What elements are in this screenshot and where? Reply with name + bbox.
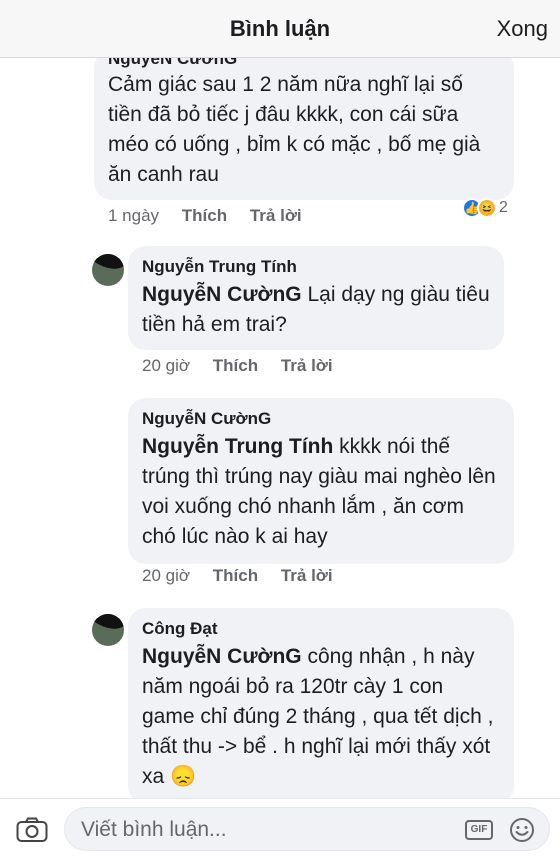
comment-bubble: NguyễN CườnG Cảm giác sau 1 2 năm nữa ng… [94,58,514,200]
comment-list[interactable]: NguyễN CườnG Cảm giác sau 1 2 năm nữa ng… [0,58,560,798]
comment-bubble: Nguyễn Trung Tính NguyễN CườnG Lại dạy n… [128,246,504,350]
reply-button[interactable]: Trả lời [281,566,333,585]
reply-button[interactable]: Trả lời [281,356,333,375]
comment-actions: 20 giờ Thích Trả lời [142,566,351,586]
reaction-summary[interactable]: 👍 😆 2 [462,198,508,218]
comment-author[interactable]: NguyễN CườnG [108,58,500,68]
comment-time: 20 giờ [142,566,191,585]
mention-link[interactable]: Nguyễn Trung Tính [142,435,333,458]
mention-link[interactable]: NguyễN CườnG [142,283,302,306]
comment-composer: Viết bình luận... GIF [0,798,560,858]
comment-author[interactable]: NguyễN CườnG [142,408,500,430]
like-button[interactable]: Thích [182,206,227,225]
comment-bubble: NguyễN CườnG Nguyễn Trung Tính kkkk nói … [128,398,514,564]
camera-icon[interactable] [16,817,48,843]
reaction-count: 2 [499,199,508,216]
done-button[interactable]: Xong [497,16,548,42]
page-title: Bình luận [229,16,331,41]
comment-actions: 20 giờ Thích Trả lời [142,356,351,376]
comment-input-placeholder: Viết bình luận... [81,818,227,841]
comment-author[interactable]: Nguyễn Trung Tính [142,256,490,278]
emoji-icon[interactable] [509,817,535,843]
haha-reaction-icon: 😆 [477,198,497,218]
comment-input[interactable]: Viết bình luận... GIF [64,807,550,851]
comment-text: NguyễN CườnG công nhận , h này năm ngoái… [142,642,500,792]
header: Bình luận Xong [0,0,560,58]
comment-bubble: Công Đạt NguyễN CườnG công nhận , h này … [128,608,514,798]
gif-icon[interactable]: GIF [465,820,493,840]
like-button[interactable]: Thích [213,356,258,375]
avatar[interactable] [92,614,124,646]
comment-text: Cảm giác sau 1 2 năm nữa nghĩ lại số tiề… [108,73,481,186]
reply-button[interactable]: Trả lời [250,206,302,225]
like-button[interactable]: Thích [213,566,258,585]
comment-text: Nguyễn Trung Tính kkkk nói thế trúng thì… [142,432,500,552]
redaction-scribble [92,614,124,636]
avatar[interactable] [92,254,124,286]
comment-text: NguyễN CườnG Lại dạy ng giàu tiêu tiền h… [142,280,490,340]
comment-time: 1 ngày [108,206,160,225]
redaction-scribble [92,254,124,276]
mention-link[interactable]: NguyễN CườnG [142,645,302,668]
comment-actions: 1 ngày Thích Trả lời [108,206,320,226]
comment-time: 20 giờ [142,356,191,375]
comment-author[interactable]: Công Đạt [142,618,500,640]
